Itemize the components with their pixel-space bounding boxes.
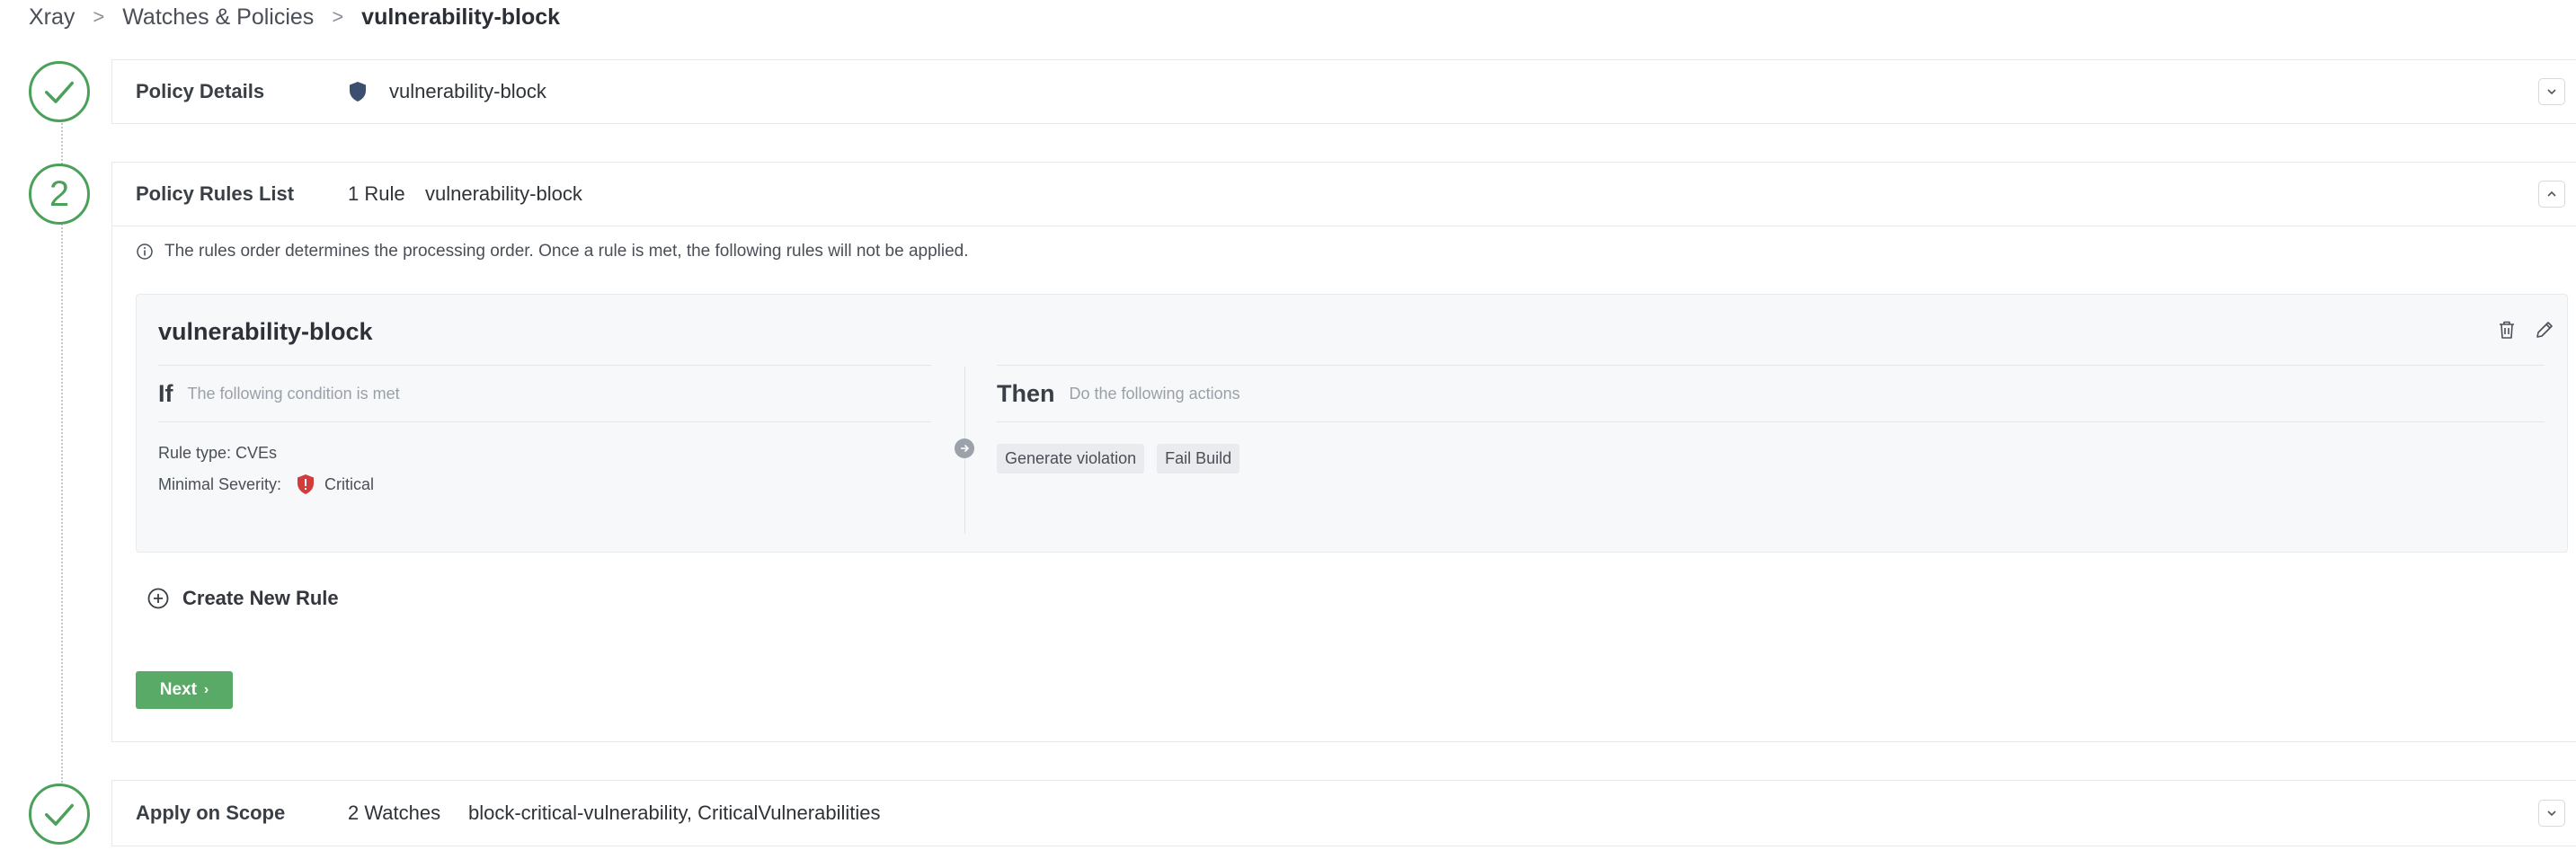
edit-rule-button[interactable]	[2531, 316, 2558, 343]
breadcrumb-watches-policies[interactable]: Watches & Policies	[122, 4, 314, 31]
if-header: If The following condition is met	[158, 366, 931, 422]
pencil-icon	[2536, 322, 2553, 338]
critical-severity-icon	[298, 474, 315, 494]
breadcrumb-separator-icon: >	[93, 5, 105, 28]
collapse-policy-rules-button[interactable]	[2538, 181, 2565, 208]
then-actions-column: Then Do the following actions Generate v…	[997, 365, 2545, 474]
check-icon	[45, 81, 74, 103]
breadcrumb: Xray > Watches & Policies > vulnerabilit…	[29, 0, 560, 34]
rule-title: vulnerability-block	[158, 318, 373, 345]
create-new-rule-button[interactable]: Create New Rule	[147, 587, 339, 610]
info-icon	[137, 244, 153, 260]
chevron-down-icon	[2547, 89, 2556, 95]
if-condition-column: If The following condition is met Rule t…	[158, 365, 931, 495]
breadcrumb-current: vulnerability-block	[361, 4, 561, 30]
trash-icon	[2500, 321, 2514, 339]
step-3-complete-indicator	[29, 784, 90, 845]
watch-count: 2 Watches	[348, 801, 441, 824]
minimal-severity: Minimal Severity: Critical	[158, 474, 931, 495]
chevron-up-icon	[2547, 190, 2556, 197]
chevron-down-icon	[2547, 810, 2556, 817]
minimal-severity-label: Minimal Severity:	[158, 474, 282, 493]
policy-details-header[interactable]: Policy Details vulnerability-block	[112, 60, 2576, 123]
rule-type-text: Rule type: CVEs	[158, 444, 278, 462]
if-label: If	[158, 379, 173, 407]
expand-policy-details-button[interactable]	[2538, 78, 2565, 105]
watch-names: block-critical-vulnerability, CriticalVu…	[468, 801, 881, 824]
if-sublabel: The following condition is met	[187, 384, 400, 403]
action-tag-fail-build: Fail Build	[1157, 444, 1240, 474]
rule-card: vulnerability-block If The following con…	[136, 294, 2568, 553]
rules-order-info: The rules order determines the processin…	[136, 242, 969, 261]
apply-on-scope-title: Apply on Scope	[136, 801, 286, 824]
policy-rules-header[interactable]: Policy Rules List 1 Rule vulnerability-b…	[112, 163, 2576, 226]
create-new-rule-label: Create New Rule	[182, 587, 339, 609]
policy-details-panel: Policy Details vulnerability-block	[111, 59, 2576, 124]
then-label: Then	[997, 379, 1055, 407]
step-1-complete-indicator	[29, 61, 90, 122]
rule-name-summary: vulnerability-block	[425, 182, 582, 205]
action-tag-generate-violation: Generate violation	[997, 444, 1145, 474]
arrow-right-icon	[955, 438, 974, 458]
info-text: The rules order determines the processin…	[164, 242, 969, 261]
action-tags: Generate violation Fail Build	[997, 444, 2545, 474]
shield-icon	[350, 82, 366, 102]
check-icon	[45, 803, 74, 826]
chevron-right-icon: ›	[203, 682, 209, 697]
policy-name: vulnerability-block	[389, 80, 546, 102]
then-sublabel: Do the following actions	[1069, 384, 1240, 403]
expand-scope-button[interactable]	[2538, 800, 2565, 827]
apply-on-scope-panel: Apply on Scope 2 Watches block-critical-…	[111, 780, 2576, 846]
policy-rules-title: Policy Rules List	[136, 182, 295, 205]
breadcrumb-separator-icon: >	[332, 5, 344, 28]
policy-rules-panel: Policy Rules List 1 Rule vulnerability-b…	[111, 162, 2576, 742]
apply-on-scope-header[interactable]: Apply on Scope 2 Watches block-critical-…	[112, 781, 2576, 846]
next-button[interactable]: Next ›	[136, 671, 233, 709]
step-2-indicator: 2	[29, 164, 90, 225]
rule-count: 1 Rule	[348, 182, 405, 205]
minimal-severity-value: Critical	[324, 474, 375, 493]
then-header: Then Do the following actions	[997, 366, 2545, 422]
plus-circle-icon	[147, 588, 169, 609]
breadcrumb-xray[interactable]: Xray	[29, 4, 75, 31]
policy-details-title: Policy Details	[136, 80, 265, 102]
rule-type: Rule type: CVEs	[158, 444, 931, 463]
step-number: 2	[49, 173, 70, 214]
next-label: Next	[159, 680, 197, 699]
delete-rule-button[interactable]	[2493, 316, 2520, 343]
